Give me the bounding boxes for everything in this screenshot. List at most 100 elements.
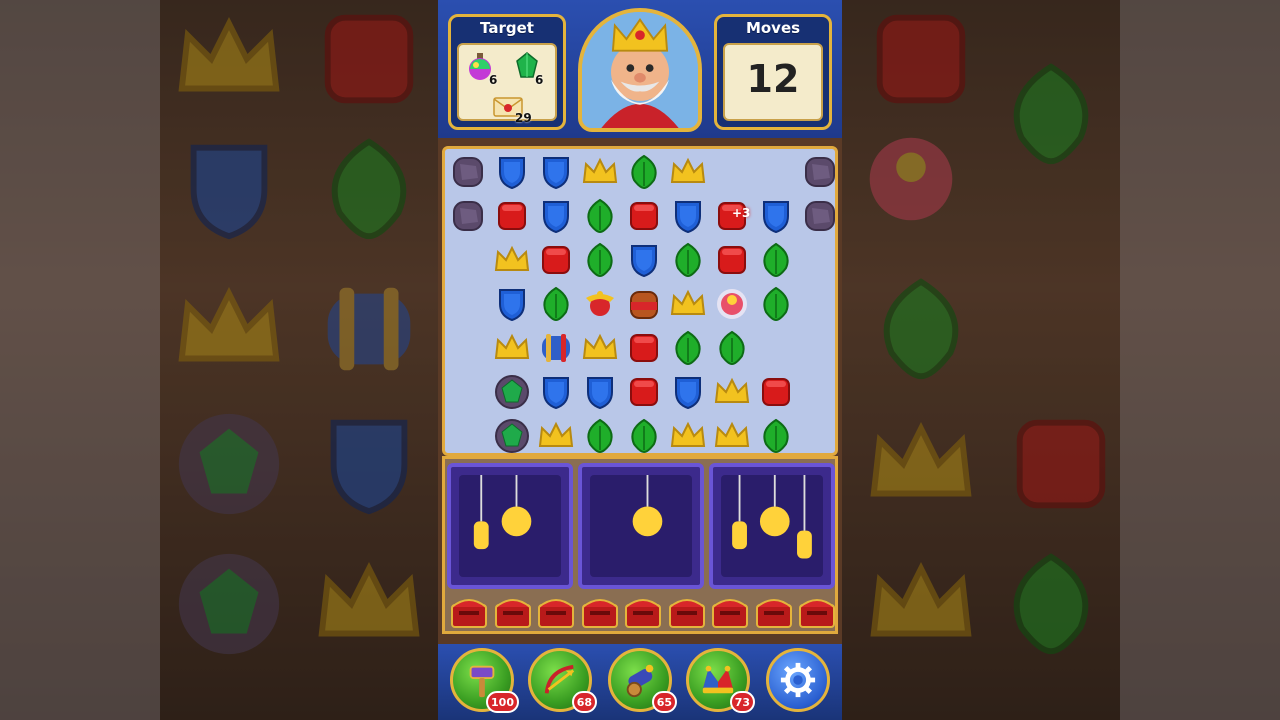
chest-icon [668,599,705,628]
tnt-booster[interactable] [622,282,666,326]
emerald-stone-icon [495,375,529,409]
leaf-gem-icon [543,286,569,322]
red-box-gem-icon [630,202,658,230]
red-box-gem[interactable] [622,194,666,238]
crown-gem-icon [582,157,618,183]
cannon-icon [626,664,654,698]
leaf-gem-icon [719,330,745,366]
shield-gem[interactable] [534,150,578,194]
booster-bar: 100 68 65 73 [438,644,842,720]
red-box-gem[interactable] [622,326,666,370]
leaf-gem-icon [763,242,789,278]
leaf-gem-icon [675,242,701,278]
shield-gem[interactable] [534,194,578,238]
shield-gem[interactable] [754,194,798,238]
shield-gem-icon [675,377,701,410]
leaf-gem-icon [763,418,789,454]
yarn-roll-booster-icon [542,334,570,362]
red-box-gem[interactable] [754,370,798,414]
crown-gem-icon [714,377,750,403]
crown-gem[interactable] [534,414,578,458]
shield-gem[interactable] [666,370,710,414]
shield-gem[interactable] [578,370,622,414]
red-box-gem[interactable] [534,238,578,282]
letter-chest [623,593,663,629]
red-box-gem[interactable] [490,194,534,238]
leaf-gem[interactable] [622,414,666,458]
propeller-booster[interactable] [578,282,622,326]
arrow-count-badge: 68 [571,691,597,713]
leaf-gem[interactable] [754,282,798,326]
letter-chest [667,593,707,629]
crown-gem[interactable] [710,414,754,458]
shield-gem[interactable] [534,370,578,414]
crown-gem[interactable] [666,414,710,458]
crown-gem-icon [714,421,750,447]
light-ball-booster[interactable] [710,282,754,326]
crown-gem[interactable] [710,370,754,414]
bonus-moves-label: +3 [732,206,751,220]
leaf-gem[interactable] [754,238,798,282]
leaf-gem[interactable] [666,238,710,282]
leaf-gem[interactable] [578,194,622,238]
top-bar: Target 6 6 29 Moves 12 [438,0,842,138]
arrow-booster-button[interactable]: 68 [528,648,597,713]
crown-gem-icon [494,333,530,359]
stone-block[interactable] [798,194,842,238]
shield-gem-icon [675,201,701,234]
leaf-gem[interactable] [710,326,754,370]
leaf-gem-icon [587,242,613,278]
leaf-gem[interactable] [578,414,622,458]
crown-gem[interactable] [578,150,622,194]
stone-block-icon [453,157,483,187]
shield-gem[interactable] [666,194,710,238]
propeller-booster-icon [586,291,614,316]
crown-gem-icon [670,157,706,183]
king-avatar [578,8,702,132]
emerald-stone[interactable] [490,414,534,458]
leaf-gem[interactable] [534,282,578,326]
yarn-roll-booster[interactable] [534,326,578,370]
arrow-icon [544,664,575,694]
crown-gem[interactable] [666,150,710,194]
leaf-gem[interactable] [622,150,666,194]
red-box-gem-icon [762,378,790,406]
stone-block[interactable] [446,194,490,238]
crown-gem-icon [670,289,706,315]
chest-icon [538,599,574,628]
crown-gem[interactable] [666,282,710,326]
leaf-gem[interactable] [666,326,710,370]
emerald-stone-icon [495,419,529,453]
crown-gem[interactable] [490,238,534,282]
emerald-stone[interactable] [490,370,534,414]
letter-chest [493,593,533,629]
shield-gem[interactable] [490,150,534,194]
emerald-goal-count: 6 [535,73,544,87]
light-ball-booster-icon [717,289,747,319]
moves-box: 12 [723,43,823,121]
jester-booster-button[interactable]: 73 [686,648,755,713]
red-box-gem[interactable] [622,370,666,414]
shield-gem-icon [499,157,525,190]
shield-gem-icon [543,201,569,234]
red-box-gem[interactable] [710,238,754,282]
cannon-booster-button[interactable]: 65 [608,648,677,713]
crown-gem[interactable] [578,326,622,370]
crown-gem-icon [670,421,706,447]
letter-chest [449,593,489,629]
shield-gem[interactable] [490,282,534,326]
leaf-gem-icon [587,418,613,454]
red-box-gem-icon [498,202,526,230]
stone-block[interactable] [446,150,490,194]
hammer-booster-button[interactable]: 100 [450,648,519,713]
leaf-gem[interactable] [578,238,622,282]
leaf-gem[interactable] [754,414,798,458]
stone-block[interactable] [798,150,842,194]
letter-chest [754,593,794,629]
shield-gem[interactable] [622,238,666,282]
background-blur-overlay [842,0,1280,720]
lamp-box-inner [459,475,561,577]
shield-gem-icon [763,201,789,234]
crown-gem[interactable] [490,326,534,370]
settings-button[interactable] [766,648,830,712]
